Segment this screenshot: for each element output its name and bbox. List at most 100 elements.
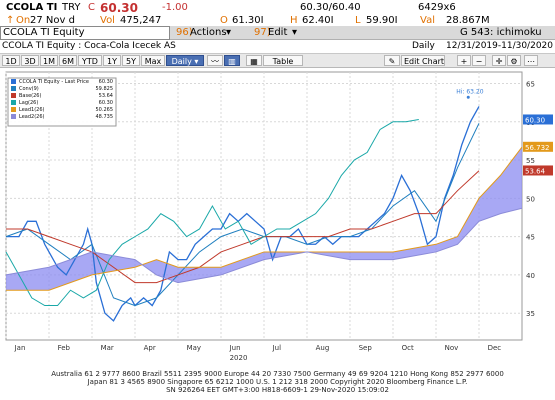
table-button[interactable]: Table [263, 55, 303, 66]
frequency-dropdown-value: Daily [171, 57, 192, 66]
crosshair-icon[interactable]: ✛ [492, 55, 506, 66]
x-tick-label: Jan [14, 344, 26, 352]
date-range: 12/31/2019-11/30/2020 [446, 41, 553, 51]
chevron-down-icon[interactable]: ▾ [226, 27, 231, 38]
low-value: 59.90I [366, 15, 398, 26]
ticker-flag: C [88, 2, 95, 13]
legend-label: Lead1(26) [19, 107, 45, 113]
page-code: G 543: ichimoku [460, 27, 542, 38]
period-1m[interactable]: 1M [40, 55, 58, 66]
legend-value: 53.64 [99, 93, 113, 99]
edit-chart-button[interactable]: Edit Chart [401, 55, 445, 66]
high-label: H [290, 15, 298, 26]
y-tick-label: 55 [526, 157, 535, 165]
bid-ask: 60.30/60.40 [300, 2, 361, 13]
x-tick-label: Mar [101, 344, 114, 352]
volume-value: 475,247 [120, 15, 162, 26]
actions-menu[interactable]: Actions [190, 27, 227, 38]
frequency-label: Daily [412, 41, 435, 51]
legend-swatch [11, 93, 16, 98]
legend-label: Lead2(26) [19, 114, 45, 120]
price-tag-label: 56.732 [525, 144, 550, 152]
period-3d[interactable]: 3D [21, 55, 39, 66]
x-tick-label: Apr [144, 344, 156, 352]
table-icon[interactable]: ▦ [246, 55, 262, 66]
date-prefix: On [16, 15, 31, 26]
bar-chart-icon[interactable]: ▥ [224, 55, 240, 66]
legend-label: Lag(26) [19, 100, 38, 106]
quote-date: 27 Nov d [30, 15, 75, 26]
vol-label: Vol [100, 15, 115, 26]
arrow-up-icon: ↑ [6, 15, 15, 26]
line-chart-icon[interactable]: 〰 [207, 55, 223, 66]
y-tick-label: 50 [526, 195, 535, 203]
ticker-currency: TRY [62, 2, 81, 13]
more-icon[interactable]: ⋯ [524, 55, 538, 66]
last-price: 60.30 [100, 1, 138, 15]
open-value: 61.30I [232, 15, 264, 26]
y-tick-label: 65 [526, 80, 535, 88]
x-tick-label: Sep [359, 344, 373, 352]
security-input[interactable]: CCOLA TI Equity [0, 26, 170, 40]
legend-label: Conv(9) [19, 86, 39, 92]
x-tick-label: Jun [229, 344, 241, 352]
zoom-in-icon[interactable]: + [457, 55, 471, 66]
legend-value: 60.30 [99, 100, 113, 106]
chevron-down-icon[interactable]: ▾ [292, 27, 297, 38]
x-tick-label: Aug [316, 344, 330, 352]
price-change: -1.00 [162, 2, 188, 13]
frequency-dropdown[interactable]: Daily ▾ [166, 55, 204, 66]
period-6m[interactable]: 6M [59, 55, 77, 66]
y-tick-label: 45 [526, 234, 535, 242]
legend-value: 59.825 [96, 86, 114, 92]
price-tag-label: 53.64 [525, 167, 546, 175]
legend-swatch [11, 114, 16, 119]
chart-header: CCOLA TI Equity : Coca-Cola Icecek AS Da… [0, 40, 555, 54]
chart-panel[interactable]: 35404550556065JanFebMarAprMayJunJulAugSe… [0, 68, 555, 368]
legend-swatch [11, 107, 16, 112]
legend-swatch [11, 86, 16, 91]
period-ytd[interactable]: YTD [78, 55, 102, 66]
year-label: 2020 [230, 354, 248, 362]
toolbar: 1D 3D 1M 6M YTD 1Y 5Y Max Daily ▾ 〰 ▥ ▦ … [0, 54, 555, 68]
settings-icon[interactable]: ⚙ [507, 55, 521, 66]
high-value: 62.40I [302, 15, 334, 26]
footer-line-2: Japan 81 3 4565 8900 Singapore 65 6212 1… [87, 378, 468, 386]
x-tick-label: Jul [272, 344, 282, 352]
high-marker [466, 95, 470, 99]
edit-menu[interactable]: Edit [268, 27, 287, 38]
footer: Australia 61 2 9777 8600 Brazil 5511 239… [0, 368, 555, 400]
legend-value: 48.735 [96, 114, 114, 120]
security-name: CCOLA TI Equity : Coca-Cola Icecek AS [2, 41, 176, 51]
legend-swatch [11, 100, 16, 105]
x-tick-label: May [187, 344, 201, 352]
y-tick-label: 40 [526, 272, 535, 280]
legend-swatch [11, 79, 16, 84]
open-label: O [220, 15, 228, 26]
high-annotation: Hi: 63.20 [456, 88, 483, 95]
legend-label: CCOLA TI Equity - Last Price [19, 79, 89, 85]
period-5y[interactable]: 5Y [122, 55, 140, 66]
footer-line-3: SN 926264 EET GMT+3:00 H818-6609-1 29-No… [166, 386, 389, 394]
bid-ask-size: 6429x6 [418, 2, 456, 13]
value-traded: 28.867M [446, 15, 490, 26]
security-input-value: CCOLA TI Equity [3, 27, 85, 38]
ichimoku-chart[interactable]: 35404550556065JanFebMarAprMayJunJulAugSe… [0, 68, 555, 368]
period-1y[interactable]: 1Y [103, 55, 121, 66]
x-tick-label: Oct [402, 344, 414, 352]
low-label: L [355, 15, 361, 26]
price-tag-label: 60.30 [525, 116, 545, 124]
y-tick-label: 35 [526, 310, 535, 318]
legend-value: 60.30 [99, 79, 113, 85]
legend-value: 50.265 [96, 107, 114, 113]
zoom-out-icon[interactable]: − [472, 55, 486, 66]
x-tick-label: Dec [488, 344, 502, 352]
period-1d[interactable]: 1D [2, 55, 20, 66]
val-label: Val [420, 15, 435, 26]
ticker-symbol[interactable]: CCOLA TI [6, 2, 57, 13]
footer-line-1: Australia 61 2 9777 8600 Brazil 5511 239… [51, 370, 504, 378]
legend-label: Base(26) [19, 93, 41, 99]
edit-chart-icon[interactable]: ✎ [384, 55, 400, 66]
period-max[interactable]: Max [141, 55, 165, 66]
app-window: CCOLA TI TRY C 60.30 -1.00 60.30/60.40 6… [0, 0, 555, 400]
